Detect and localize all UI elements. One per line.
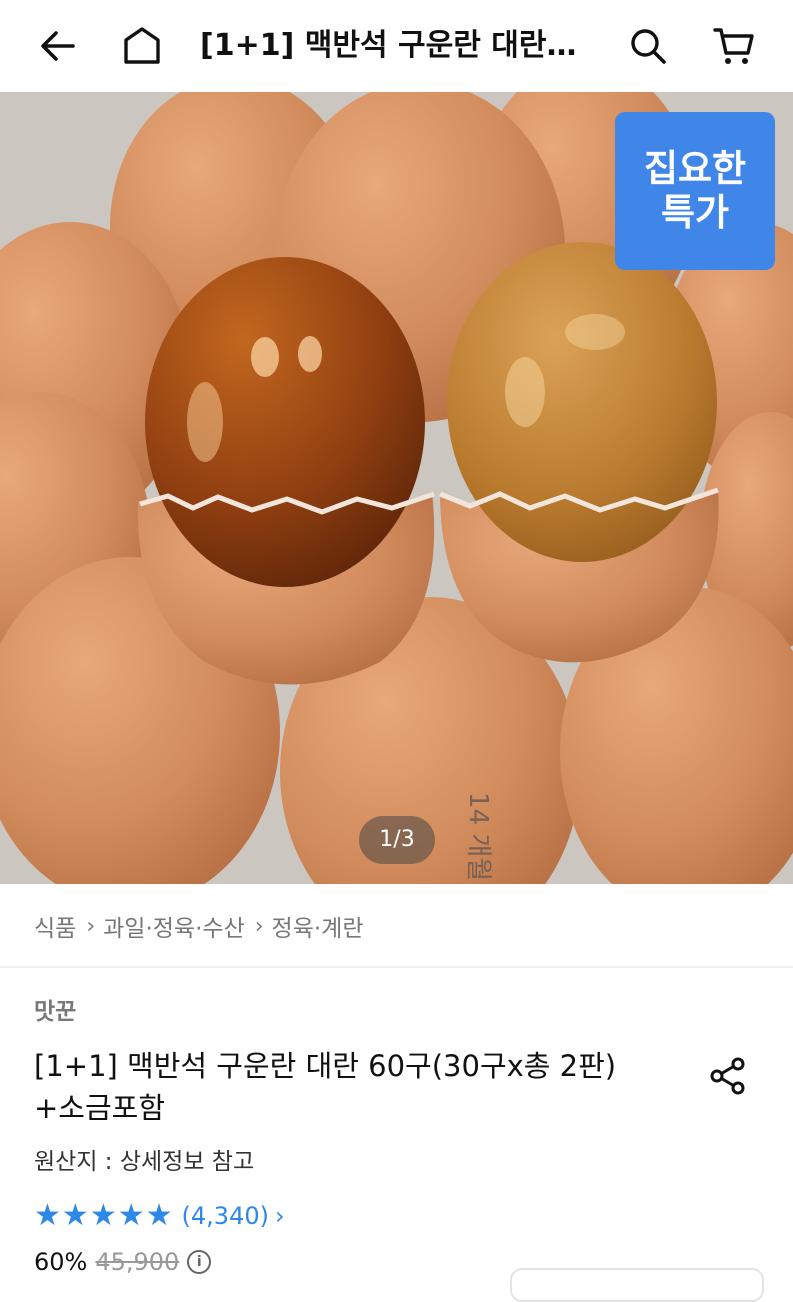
top-app-bar: [1+1] 맥반석 구운란 대란 6...: [0, 0, 793, 92]
share-icon[interactable]: [704, 1052, 752, 1100]
seller-name[interactable]: 맛꾼: [34, 992, 76, 1026]
review-count[interactable]: (4,340): [182, 1202, 269, 1230]
rating-summary[interactable]: ★ ★ ★ ★ ★ (4,340) ›: [34, 1196, 285, 1236]
section-divider: [0, 966, 793, 968]
image-counter: 1/3: [359, 816, 435, 864]
chevron-right-icon: ›: [86, 913, 96, 939]
back-arrow-icon[interactable]: [30, 18, 86, 74]
origin-info: 원산지 : 상세정보 참고: [34, 1149, 255, 1175]
star-icon: ★: [145, 1198, 173, 1233]
search-icon[interactable]: [620, 18, 676, 74]
home-icon[interactable]: [114, 18, 170, 74]
price-row: 60% 45,900 i: [34, 1244, 212, 1280]
star-icon: ★: [61, 1198, 89, 1233]
product-title: [1+1] 맥반석 구운란 대란 60구(30구x총 2판) +소금포함: [34, 1049, 617, 1125]
chevron-right-icon: ›: [274, 1202, 285, 1230]
original-price: 45,900: [95, 1248, 180, 1276]
page-title: [1+1] 맥반석 구운란 대란 6...: [200, 28, 580, 63]
partial-button[interactable]: [510, 1268, 764, 1302]
star-icon: ★: [34, 1198, 61, 1233]
breadcrumb-item[interactable]: 정육·계란: [272, 909, 364, 943]
star-icon: ★: [117, 1198, 145, 1233]
chevron-right-icon: ›: [254, 913, 264, 939]
badge-line-1: 집요한: [643, 147, 747, 190]
breadcrumb-item[interactable]: 식품: [34, 909, 76, 943]
badge-line-2: 특가: [660, 191, 730, 234]
svg-text:14 개월: 14 개월: [463, 792, 493, 881]
discount-rate: 60%: [34, 1248, 88, 1276]
star-rating: ★ ★ ★ ★ ★: [34, 1199, 174, 1233]
special-deal-badge: 집요한 특가: [615, 112, 775, 270]
star-icon: ★: [89, 1198, 117, 1233]
info-icon[interactable]: i: [187, 1250, 212, 1274]
cart-icon[interactable]: [706, 18, 762, 74]
breadcrumb: 식품 › 과일·정육·수산 › 정육·계란: [34, 904, 364, 948]
breadcrumb-item[interactable]: 과일·정육·수산: [103, 909, 245, 943]
